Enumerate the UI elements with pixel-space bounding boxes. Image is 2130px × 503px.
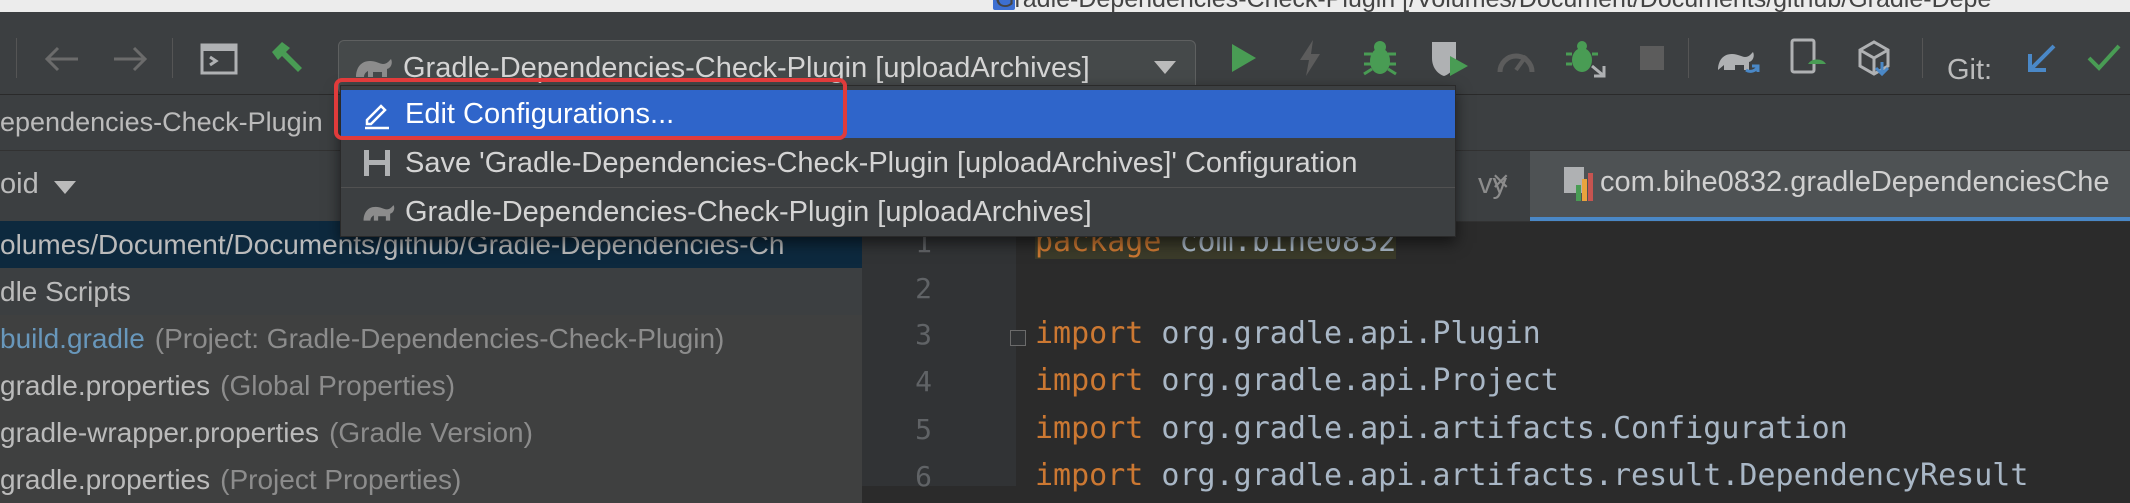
- tree-row[interactable]: dle Scripts: [0, 268, 862, 315]
- tab-close-icon[interactable]: ×: [1492, 165, 1510, 199]
- main-toolbar: Gradle-Dependencies-Check-Plugin [upload…: [0, 12, 2130, 95]
- tree-row[interactable]: build.gradle (Project: Gradle-Dependencie…: [0, 315, 862, 362]
- back-arrow-icon[interactable]: [44, 44, 80, 74]
- chevron-down-icon[interactable]: [54, 181, 76, 194]
- menu-item-save-configuration[interactable]: Save 'Gradle-Dependencies-Check-Plugin […: [341, 139, 1455, 187]
- apply-changes-icon[interactable]: [1296, 38, 1324, 78]
- gradle-elephant-icon: [363, 205, 395, 221]
- profiler-icon[interactable]: [1496, 40, 1536, 76]
- code-line[interactable]: import org.gradle.api.artifacts.Configur…: [1035, 411, 1848, 446]
- code-line[interactable]: import org.gradle.api.artifacts.result.D…: [1035, 458, 2028, 493]
- menu-item-label: Save 'Gradle-Dependencies-Check-Plugin […: [405, 147, 1358, 179]
- breadcrumb[interactable]: ependencies-Check-Plugin: [0, 107, 323, 138]
- line-number: 6: [915, 460, 932, 493]
- git-update-icon[interactable]: [2024, 42, 2058, 76]
- code-line[interactable]: import org.gradle.api.Project: [1035, 363, 1559, 398]
- line-number: 4: [915, 365, 932, 398]
- stop-icon[interactable]: [1638, 44, 1666, 72]
- tree-row[interactable]: gradle.properties (Global Properties): [0, 362, 862, 409]
- tab-active[interactable]: com.bihe0832.gradleDependenciesChe: [1530, 151, 2130, 221]
- menu-item-run-configuration[interactable]: Gradle-Dependencies-Check-Plugin [upload…: [341, 188, 1455, 236]
- toolbar-separator: [16, 38, 17, 78]
- tree-row[interactable]: gradle.properties (Project Properties): [0, 456, 862, 503]
- fold-marker-icon[interactable]: [1010, 330, 1026, 346]
- build-hammer-icon[interactable]: [266, 38, 306, 78]
- code-line[interactable]: import org.gradle.api.Plugin: [1035, 316, 1541, 351]
- toolbar-separator: [1922, 38, 1923, 78]
- toolbar-separator: [172, 38, 173, 78]
- git-label: Git:: [1947, 54, 1993, 86]
- menu-item-label: Gradle-Dependencies-Check-Plugin [upload…: [405, 196, 1092, 228]
- run-with-coverage-icon[interactable]: [1428, 38, 1472, 78]
- tab-label: com.bihe0832.gradleDependenciesChe: [1600, 166, 2110, 198]
- save-icon: [364, 150, 390, 176]
- line-number: 2: [915, 272, 932, 305]
- gradle-elephant-icon: [356, 59, 392, 77]
- sdk-manager-icon[interactable]: [1856, 38, 1896, 78]
- forward-arrow-icon[interactable]: [112, 44, 148, 74]
- window-title-bar: Gradle-Dependencies-Check-Plugin [/Volum…: [0, 0, 2130, 12]
- chevron-down-icon: [1154, 61, 1176, 74]
- attach-debugger-icon[interactable]: [1564, 38, 1608, 78]
- tree-row[interactable]: gradle-wrapper.properties (Gradle Version…: [0, 409, 862, 456]
- run-window-icon[interactable]: [200, 42, 238, 76]
- run-icon[interactable]: [1228, 40, 1260, 76]
- editor-gutter: [862, 221, 1016, 486]
- highlight-annotation: [334, 78, 847, 140]
- toolbar-separator: [1688, 38, 1689, 78]
- debug-icon[interactable]: [1360, 38, 1400, 78]
- gradle-file-icon: [1564, 167, 1593, 201]
- git-commit-icon[interactable]: [2086, 42, 2122, 74]
- avd-manager-icon[interactable]: [1788, 38, 1828, 78]
- window-title: Gradle-Dependencies-Check-Plugin [/Volum…: [995, 0, 1991, 12]
- sync-gradle-icon[interactable]: [1716, 40, 1760, 78]
- project-view-selector[interactable]: oid: [0, 168, 39, 201]
- line-number: 5: [915, 413, 932, 446]
- line-number: 3: [915, 318, 932, 351]
